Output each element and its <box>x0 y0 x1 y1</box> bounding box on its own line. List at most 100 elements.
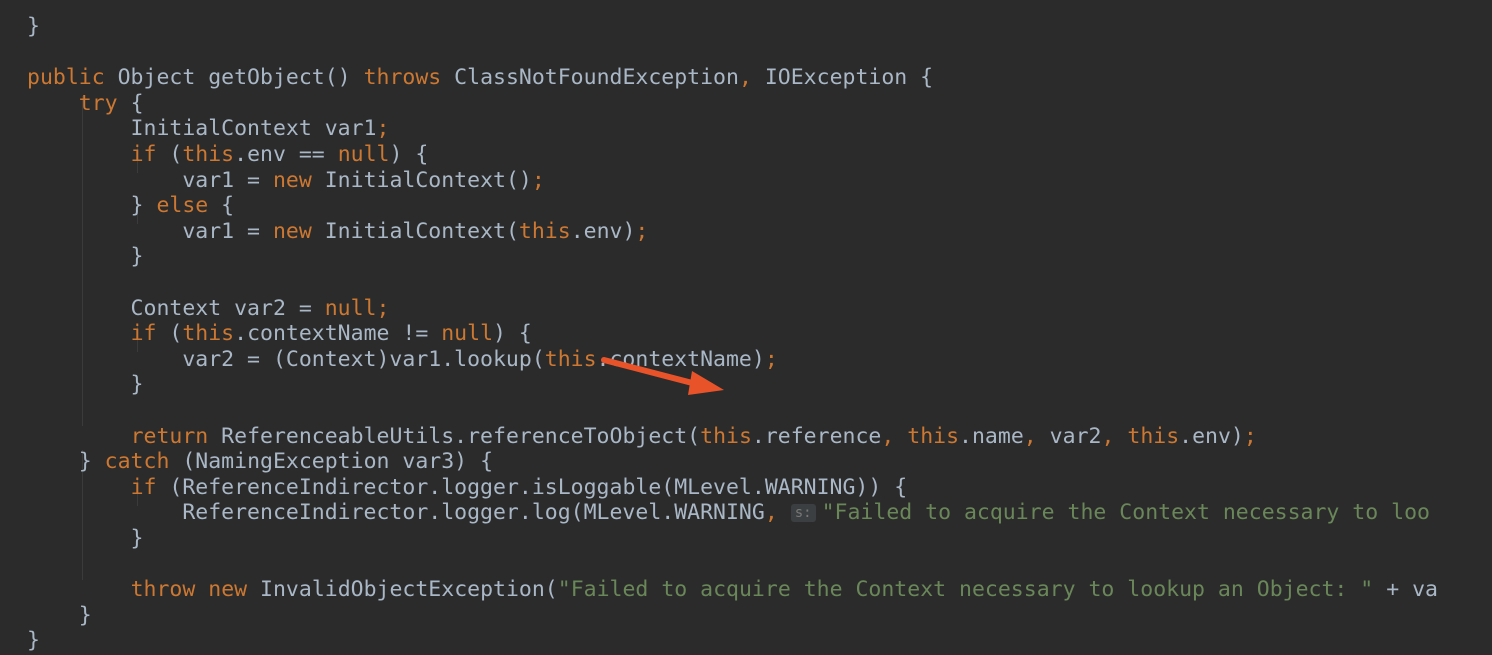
code-keyword: this <box>907 423 960 449</box>
code-line[interactable]: public Object getObject() throws ClassNo… <box>27 65 933 91</box>
code-text: (NamingException var3) { <box>169 449 494 475</box>
code-keyword: ; <box>1243 423 1257 449</box>
code-keyword: , <box>1023 423 1037 449</box>
code-text: + va <box>1373 577 1438 603</box>
arrow-shaft <box>601 357 703 388</box>
code-text: .reference <box>751 423 882 449</box>
code-line[interactable]: InitialContext var1; <box>27 116 390 142</box>
arrow-head <box>688 371 724 395</box>
code-line[interactable]: var1 = new InitialContext(this.env); <box>27 219 648 245</box>
code-keyword: ; <box>376 295 390 321</box>
code-line[interactable]: throw new InvalidObjectException("Failed… <box>27 577 1438 603</box>
code-text: IOException { <box>751 65 934 91</box>
code-text: } <box>27 602 92 628</box>
code-keyword: null <box>441 321 494 347</box>
code-line[interactable]: } catch (NamingException var3) { <box>27 449 493 475</box>
code-keyword: if <box>130 474 157 500</box>
code-line[interactable]: } <box>27 603 92 629</box>
code-text: InitialContext var1 <box>27 116 377 142</box>
code-line[interactable]: var1 = new InitialContext(); <box>27 167 545 194</box>
code-string: "Failed to acquire the Context necessary… <box>821 500 1430 526</box>
code-text: ) { <box>389 142 429 167</box>
code-keyword: ; <box>531 167 545 193</box>
code-line[interactable]: if (this.env == null) { <box>27 142 429 168</box>
code-text: { <box>117 90 144 116</box>
code-keyword: throws <box>363 65 442 91</box>
code-text: } <box>27 628 40 654</box>
parameter-hint: s: <box>790 504 816 523</box>
code-text: { <box>208 193 235 219</box>
code-text: var2 = (Context)var1.lookup( <box>27 346 545 372</box>
code-keyword: this <box>1127 423 1180 449</box>
code-text: InitialContext() <box>311 167 532 193</box>
code-string: "Failed to acquire the Context necessary… <box>557 577 1374 603</box>
code-line[interactable]: if (this.contextName != null) { <box>27 321 532 347</box>
red-arrow-icon <box>601 357 724 395</box>
code-text: } <box>27 14 40 39</box>
code-keyword: this <box>518 218 571 244</box>
code-keyword: new <box>272 218 312 244</box>
code-line[interactable]: } <box>27 526 144 552</box>
code-text: .env == <box>234 142 338 167</box>
code-keyword: throw <box>130 577 196 603</box>
code-keyword: new <box>272 167 312 193</box>
code-editor[interactable]: } public Object getObject() throws ClassN… <box>0 0 1492 655</box>
code-keyword: this <box>700 423 752 449</box>
code-line[interactable]: } else { <box>27 193 235 219</box>
code-text: } <box>27 372 144 398</box>
code-keyword: if <box>130 321 157 347</box>
code-text: } <box>27 193 157 219</box>
code-line[interactable]: } <box>27 14 40 40</box>
code-keyword: return <box>130 423 209 449</box>
code-line[interactable]: } <box>27 244 144 270</box>
code-text: .contextName != <box>234 321 442 347</box>
code-text: var1 = <box>27 167 273 193</box>
code-line[interactable]: return ReferenceableUtils.referenceToObj… <box>27 424 1257 450</box>
code-line[interactable]: Context var2 = null; <box>27 295 390 322</box>
code-keyword: , <box>881 423 895 449</box>
code-keyword: , <box>738 65 752 91</box>
code-text: ReferenceIndirector.logger.log(MLevel.WA… <box>27 500 765 526</box>
code-keyword: ; <box>635 218 649 244</box>
code-keyword: , <box>1101 423 1115 449</box>
code-text: Context var2 = <box>27 295 325 321</box>
code-text: ( <box>156 321 183 347</box>
code-keyword: null <box>337 142 390 167</box>
code-line[interactable]: } <box>27 628 40 654</box>
code-keyword: catch <box>104 449 170 475</box>
code-line[interactable]: if (ReferenceIndirector.logger.isLoggabl… <box>27 474 908 501</box>
code-text: .env) <box>570 218 636 244</box>
code-keyword: if <box>130 142 157 167</box>
code-text: ) { <box>493 321 532 347</box>
code-line[interactable]: ReferenceIndirector.logger.log(MLevel.WA… <box>27 500 1430 526</box>
code-keyword: new <box>208 577 248 603</box>
code-text: } <box>27 244 144 270</box>
code-text: InitialContext( <box>311 218 519 244</box>
code-line[interactable]: try { <box>27 91 144 117</box>
code-keyword: public <box>27 65 105 91</box>
code-keyword: this <box>182 321 235 347</box>
code-keyword: try <box>78 90 118 116</box>
code-text: var2 <box>1036 423 1102 449</box>
code-text: Object getObject() <box>104 65 364 91</box>
code-keyword: this <box>544 346 597 372</box>
code-text: ClassNotFoundException <box>441 65 739 91</box>
code-text: .env) <box>1179 423 1244 449</box>
code-line[interactable]: } <box>27 372 144 398</box>
code-keyword: null <box>324 295 377 321</box>
code-text: var1 = <box>27 218 273 244</box>
code-text: ( <box>156 142 183 167</box>
code-text: .name <box>959 423 1024 449</box>
code-text: InvalidObjectException( <box>247 577 558 603</box>
code-text: ReferenceableUtils.referenceToObject( <box>208 423 701 449</box>
code-keyword: else <box>156 193 209 219</box>
